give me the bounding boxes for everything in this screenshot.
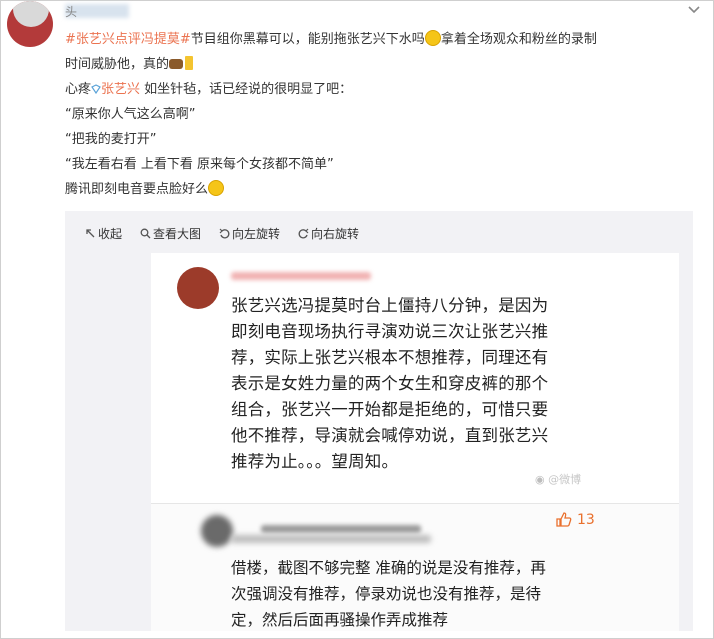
comment-text: 张艺兴选冯提莫时台上僵持八分钟，是因为 即刻电音现场执行寻演劝说三次让张艺兴推 … bbox=[231, 293, 651, 475]
collapse-button[interactable]: 收起 bbox=[85, 225, 122, 242]
comment-line: 推荐为止。。。望周知。 bbox=[231, 452, 399, 471]
replier-avatar-blurred bbox=[201, 515, 233, 547]
rotate-right-label: 向右旋转 bbox=[311, 227, 360, 241]
user-name[interactable]: 头 bbox=[65, 3, 77, 20]
comment-line: 表示是女姓力量的两个女生和穿皮裤的那个 bbox=[231, 374, 549, 393]
quote-2: “把我的麦打开” bbox=[65, 132, 157, 147]
view-large-button[interactable]: 查看大图 bbox=[140, 225, 201, 242]
replier-name-blurred bbox=[261, 525, 421, 533]
sweat-smile-emoji-icon bbox=[424, 30, 441, 46]
smile-emoji-icon bbox=[208, 180, 225, 196]
comment-line: 荐，实际上张艺兴根本不想推荐，同理还有 bbox=[231, 348, 549, 367]
comment-line: 张艺兴选冯提莫时台上僵持八分钟，是因为 bbox=[231, 296, 549, 315]
watermark-text: @微博 bbox=[548, 473, 582, 486]
quote-1: “原来你人气这么高啊” bbox=[65, 107, 196, 122]
weibo-logo-icon: ◉ bbox=[535, 473, 545, 486]
horse-emoji-icon bbox=[169, 59, 184, 69]
search-icon bbox=[140, 228, 151, 239]
post-line-1: 节目组你黑幕可以，能别拖张艺兴下水吗 bbox=[190, 32, 425, 47]
commenter-name-blurred bbox=[231, 272, 371, 280]
rotate-left-label: 向左旋转 bbox=[232, 227, 281, 241]
post-line-last: 腾讯即刻电音要点脸好么 bbox=[65, 182, 209, 197]
divider bbox=[151, 503, 679, 504]
commenter-avatar bbox=[177, 267, 219, 309]
rotate-right-icon bbox=[298, 228, 309, 239]
mention-link[interactable]: 张艺兴 bbox=[101, 82, 140, 97]
post-line-3-prefix: 心疼 bbox=[65, 82, 92, 97]
comment-line: 组合，张艺兴一开始都是拒绝的，可惜只要 bbox=[231, 400, 549, 419]
reply-text: 借楼，截图不够完整 准确的说是没有推荐，再 次强调没有推荐，停录劝说也没有推荐，… bbox=[231, 555, 651, 633]
reply-line: 借楼，截图不够完整 准确的说是没有推荐，再 bbox=[231, 559, 546, 577]
post-line-2: 时间威胁他，真的 bbox=[65, 57, 170, 72]
hashtag-link[interactable]: #张艺兴点评冯提莫# bbox=[65, 32, 191, 47]
cheers-emoji-icon bbox=[185, 56, 194, 70]
view-large-label: 查看大图 bbox=[153, 227, 202, 241]
avatar[interactable] bbox=[7, 1, 53, 47]
rotate-right-button[interactable]: 向右旋转 bbox=[298, 225, 359, 242]
collapse-label: 收起 bbox=[98, 227, 123, 241]
watermark: ◉ @微博 bbox=[535, 471, 581, 487]
verified-badge-icon bbox=[91, 84, 101, 94]
rotate-left-icon bbox=[219, 228, 230, 239]
post-line-3-rest: 如坐针毡，话已经说的很明显了吧： bbox=[140, 82, 353, 97]
chevron-down-icon[interactable] bbox=[685, 1, 703, 19]
rotate-left-button[interactable]: 向左旋转 bbox=[219, 225, 280, 242]
replier-meta-blurred bbox=[231, 535, 431, 543]
reply-line: 定，然后后面再骚操作弄成推荐 bbox=[231, 611, 449, 629]
like-count-value: 13 bbox=[577, 511, 595, 528]
comment-line: 即刻电音现场执行寻演劝说三次让张艺兴推 bbox=[231, 322, 549, 341]
comment-line: 他不推荐，导演就会喊停劝说，直到张艺兴 bbox=[231, 426, 549, 445]
post-line-1-tail: 拿着全场观众和粉丝的录制 bbox=[440, 32, 597, 47]
embedded-screenshot[interactable]: 张艺兴选冯提莫时台上僵持八分钟，是因为 即刻电音现场执行寻演劝说三次让张艺兴推 … bbox=[151, 253, 679, 631]
quote-3: “我左看右看 上看下看 原来每个女孩都不简单” bbox=[65, 157, 334, 172]
thumbs-up-icon bbox=[556, 512, 572, 527]
post-text: #张艺兴点评冯提莫#节目组你黑幕可以，能别拖张艺兴下水吗 拿着全场观众和粉丝的录制… bbox=[65, 27, 705, 202]
image-toolbar: 收起 查看大图 向左旋转 向右旋转 bbox=[85, 225, 359, 242]
reply-line: 次强调没有推荐，停录劝说也没有推荐，是待 bbox=[231, 585, 542, 603]
image-viewer: 收起 查看大图 向左旋转 向右旋转 张艺兴选冯提莫时台上僵持八分钟，是因为 即刻… bbox=[65, 211, 693, 631]
like-count: 13 bbox=[555, 511, 595, 528]
weibo-post-card: 头 #张艺兴点评冯提莫#节目组你黑幕可以，能别拖张艺兴下水吗 拿着全场观众和粉丝的… bbox=[0, 0, 714, 639]
arrow-up-left-icon bbox=[86, 229, 95, 238]
